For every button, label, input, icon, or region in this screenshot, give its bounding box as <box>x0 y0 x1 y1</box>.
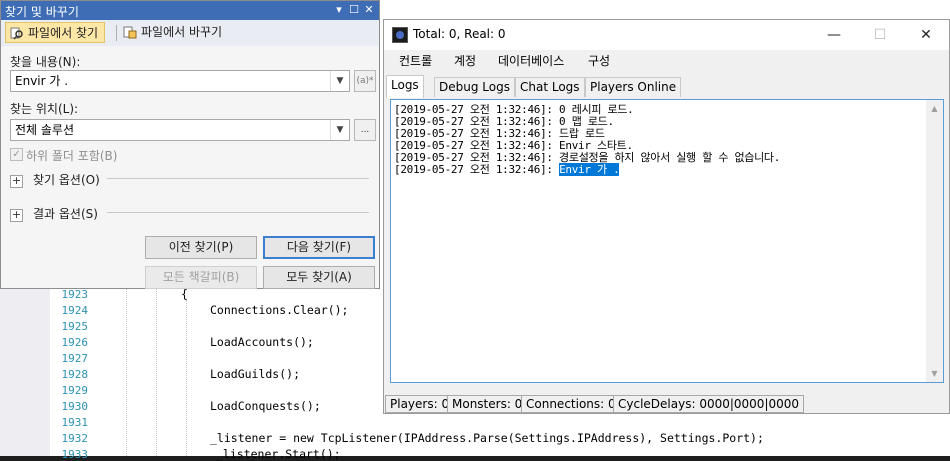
menu-control[interactable]: 컨트롤 <box>399 52 432 69</box>
code-line[interactable]: _listener = new TcpListener(IPAddress.Pa… <box>210 431 764 445</box>
look-in-value: 전체 솔루션 <box>15 123 75 137</box>
tab-find-label: 파일에서 찾기 <box>28 26 99 40</box>
indent-guide <box>126 289 127 456</box>
code-line[interactable]: Connections.Clear(); <box>210 303 348 317</box>
dropdown-icon[interactable]: ▾ <box>333 3 345 17</box>
server-titlebar[interactable]: Total: 0, Real: 0 — ☐ ✕ <box>384 20 949 50</box>
find-previous-button[interactable]: 이전 찾기(P) <box>145 236 257 259</box>
tab-find-in-files[interactable]: 파일에서 찾기 <box>5 22 106 43</box>
tab-separator <box>116 25 117 41</box>
look-in-label: 찾는 위치(L): <box>10 102 79 116</box>
selected-text[interactable]: Envir 가 . <box>559 163 620 176</box>
status-players: Players: 0 <box>385 395 455 413</box>
chevron-down-icon[interactable]: ▼ <box>330 71 349 91</box>
tab-replace-label: 파일에서 바꾸기 <box>141 25 223 39</box>
result-options-expander[interactable]: + <box>10 209 23 222</box>
vertical-scrollbar[interactable]: ▲ ▼ <box>926 100 943 382</box>
code-line[interactable]: { <box>181 287 188 301</box>
find-options-expander[interactable]: + <box>10 175 23 188</box>
line-number: 1925 <box>61 320 89 333</box>
maximize-button[interactable]: ☐ <box>857 20 903 50</box>
line-number: 1931 <box>61 416 89 429</box>
status-cycle-delays: CycleDelays: 0000|0000|0000 <box>613 395 805 413</box>
tab-players-online[interactable]: Players Online <box>585 77 682 97</box>
subfolders-label: 하위 폴더 포함(B) <box>26 149 118 163</box>
menu-account[interactable]: 계정 <box>454 52 476 69</box>
line-number: 1932 <box>61 432 89 445</box>
code-line[interactable]: LoadConquests(); <box>210 399 321 413</box>
minimize-button[interactable]: — <box>811 20 857 50</box>
find-panel-titlebar[interactable]: 찾기 및 바꾸기 ▾ ☐ ✕ <box>1 1 379 20</box>
regex-button[interactable]: (a)* <box>354 70 376 92</box>
server-window: Total: 0, Real: 0 — ☐ ✕ 컨트롤 계정 데이터베이스 구성… <box>383 19 950 414</box>
chevron-down-icon[interactable]: ▼ <box>330 120 349 140</box>
close-icon[interactable]: ✕ <box>363 3 375 17</box>
tab-logs[interactable]: Logs <box>386 75 424 98</box>
find-mode-tabs: 파일에서 찾기 파일에서 바꾸기 <box>1 20 379 46</box>
menu-config[interactable]: 구성 <box>588 52 610 69</box>
indent-guide <box>186 300 187 456</box>
line-number: 1927 <box>61 352 89 365</box>
browse-button[interactable]: ... <box>354 119 376 141</box>
log-prefix: [2019-05-27 오전 1:32:46]: <box>394 163 560 176</box>
find-all-button[interactable]: 모두 찾기(A) <box>263 266 375 289</box>
code-line[interactable]: _listener.Start(); <box>216 447 341 461</box>
line-number: 1929 <box>61 384 89 397</box>
find-what-combobox[interactable]: Envir 가 . ▼ <box>10 70 350 92</box>
menu-database[interactable]: 데이터베이스 <box>498 52 564 69</box>
line-number: 1926 <box>61 336 89 349</box>
tab-chat-logs[interactable]: Chat Logs <box>515 77 585 97</box>
server-window-title: Total: 0, Real: 0 <box>413 27 506 41</box>
tab-replace-in-files[interactable]: 파일에서 바꾸기 <box>119 22 228 43</box>
divider <box>107 212 369 213</box>
find-next-button[interactable]: 다음 찾기(F) <box>263 236 375 259</box>
status-monsters: Monsters: 0 <box>447 395 528 413</box>
look-in-combobox[interactable]: 전체 솔루션 ▼ <box>10 119 350 141</box>
app-icon <box>392 27 408 43</box>
log-textbox[interactable]: [2019-05-27 오전 1:32:46]: 0 레시피 로드. [2019… <box>390 99 944 383</box>
find-panel-title: 찾기 및 바꾸기 <box>5 5 79 19</box>
code-line[interactable]: LoadAccounts(); <box>210 335 314 349</box>
scroll-down-icon[interactable]: ▼ <box>926 365 943 382</box>
divider <box>107 178 369 179</box>
find-in-files-icon <box>10 27 23 40</box>
indent-guide <box>156 289 157 456</box>
line-number: 1930 <box>61 400 89 413</box>
result-options-label[interactable]: 결과 옵션(S) <box>33 205 98 222</box>
code-line[interactable]: LoadGuilds(); <box>210 367 300 381</box>
close-button[interactable]: ✕ <box>903 20 949 50</box>
tab-debug-logs[interactable]: Debug Logs <box>434 77 515 97</box>
line-number: 1924 <box>61 304 89 317</box>
find-replace-panel: 찾기 및 바꾸기 ▾ ☐ ✕ 파일에서 찾기 파일에서 바꾸기 찾을 내용(N)… <box>0 0 380 289</box>
subfolders-checkbox-row[interactable]: ✓ 하위 폴더 포함(B) <box>10 147 370 163</box>
find-what-label: 찾을 내용(N): <box>10 55 81 69</box>
maximize-icon[interactable]: ☐ <box>348 3 360 17</box>
find-what-value: Envir 가 . <box>15 74 69 88</box>
line-number: 1923 <box>61 288 89 301</box>
replace-in-files-icon <box>123 26 137 39</box>
bookmark-all-button[interactable]: 모든 책갈피(B) <box>145 266 257 289</box>
log-line: [2019-05-27 오전 1:32:46]: Envir 가 . <box>394 161 620 177</box>
line-number: 1933 <box>61 448 89 461</box>
subfolders-checkbox[interactable]: ✓ <box>10 148 23 161</box>
find-options-label[interactable]: 찾기 옵션(O) <box>33 171 100 188</box>
line-number: 1928 <box>61 368 89 381</box>
scroll-up-icon[interactable]: ▲ <box>926 100 943 117</box>
status-connections: Connections: 0 <box>521 395 621 413</box>
